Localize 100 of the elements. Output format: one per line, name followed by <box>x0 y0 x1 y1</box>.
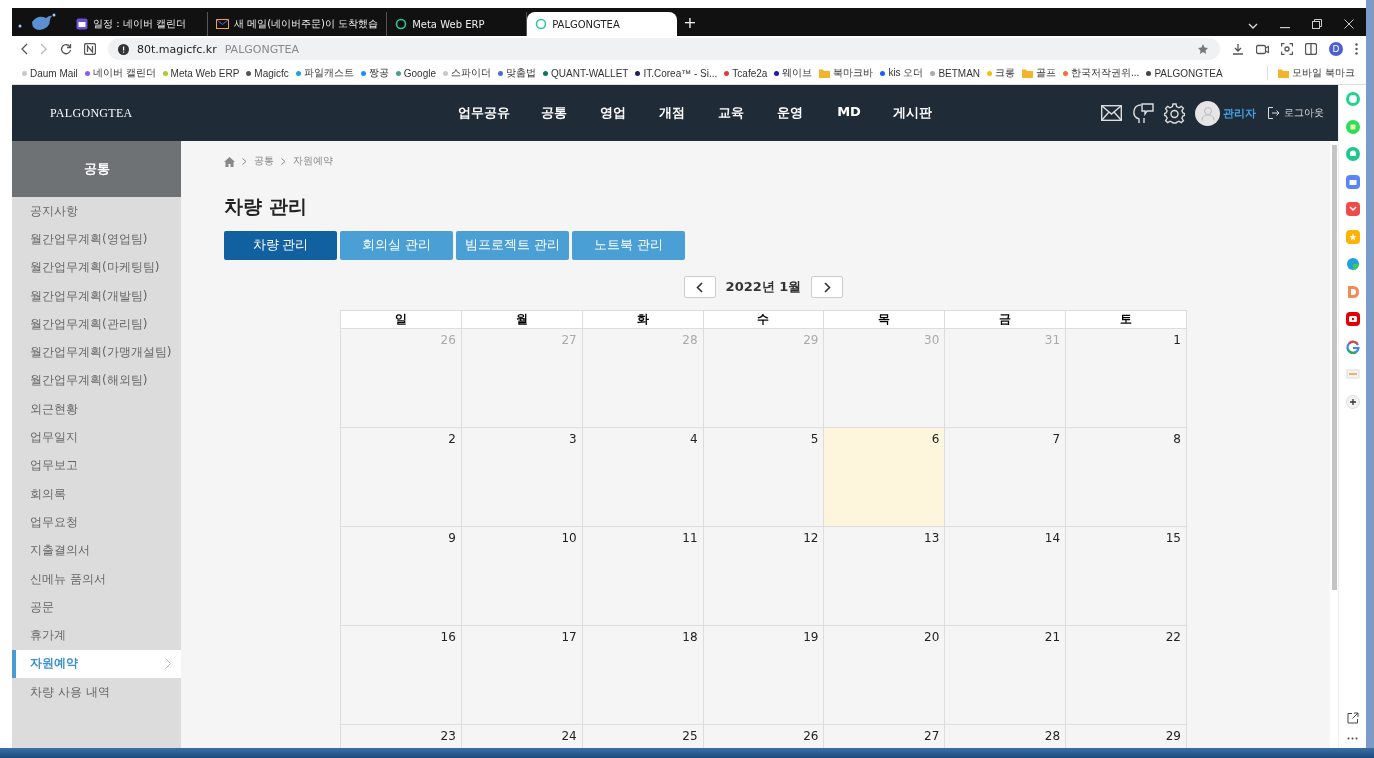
nav-link[interactable]: 업무공유 <box>443 104 524 122</box>
g-logo-icon[interactable] <box>1345 339 1360 354</box>
bookmark[interactable]: kis 오더 <box>880 66 924 80</box>
previous-month-button[interactable] <box>683 276 716 298</box>
sidebar-item[interactable]: 월간업무계획(마케팅팀) <box>12 253 181 282</box>
new-tab-button[interactable]: + <box>683 13 697 33</box>
sidebar-item[interactable]: 차량 사용 내역 <box>12 678 181 707</box>
calendar-day[interactable]: 18 <box>582 626 704 725</box>
sidebar-item[interactable]: 업무일지 <box>12 423 181 452</box>
scrollbar-thumb[interactable] <box>1331 145 1337 590</box>
nav-link[interactable]: 영업 <box>583 104 642 122</box>
resource-tab[interactable]: 차량 관리 <box>224 231 337 260</box>
calendar-day[interactable]: 22 <box>1066 626 1187 725</box>
download-icon[interactable] <box>1232 43 1244 55</box>
sidebar-item[interactable]: 지출결의서 <box>12 536 181 565</box>
back-icon[interactable] <box>20 43 28 55</box>
calendar-day[interactable]: 19 <box>703 626 825 725</box>
nav-link[interactable]: 운영 <box>760 104 819 122</box>
sidebar-item[interactable]: 업무보고 <box>12 451 181 480</box>
bookmark[interactable]: Magicfc <box>246 67 289 79</box>
settings-icon[interactable] <box>1164 102 1185 124</box>
bookmark[interactable]: 골프 <box>1022 66 1057 80</box>
sidebar-item[interactable]: 자원예약 <box>12 649 181 679</box>
browser-tab[interactable]: PALGONGTEA <box>527 12 678 36</box>
profile-avatar[interactable]: D <box>1329 42 1343 56</box>
caret-icon[interactable] <box>1248 23 1258 29</box>
bookmark[interactable]: 크롱 <box>987 66 1016 80</box>
external-link-icon[interactable] <box>1346 711 1359 724</box>
side-panel-icon[interactable] <box>1305 43 1317 55</box>
sidebar-item[interactable]: 월간업무계획(영업팀) <box>12 225 181 254</box>
add-icon[interactable] <box>1345 394 1360 409</box>
video-play-icon[interactable] <box>1345 312 1360 326</box>
calendar-day[interactable]: 14 <box>945 527 1067 626</box>
sidebar-item[interactable]: 월간업무계획(가맹개설팀) <box>12 338 181 367</box>
minimize-icon[interactable] <box>1280 27 1290 29</box>
bookmark[interactable]: Meta Web ERP <box>162 67 240 79</box>
sidebar-item[interactable]: 외근현황 <box>12 395 181 424</box>
sidebar-item[interactable]: 업무요청 <box>12 508 181 537</box>
bookmark[interactable]: 웨이브 <box>774 66 813 80</box>
calendar-day[interactable]: 11 <box>582 527 704 626</box>
calendar-day[interactable]: 16 <box>341 626 462 725</box>
calendar-day[interactable]: 7 <box>945 428 1067 527</box>
sidebar-item[interactable]: 공문 <box>12 593 181 622</box>
bookmark[interactable]: 네이버 캘린더 <box>84 66 156 80</box>
breadcrumb-link[interactable]: 공통 <box>254 155 274 168</box>
calendar-day[interactable]: 13 <box>824 527 946 626</box>
address-bar[interactable]: 80t.magicfc.kr PALGONGTEA <box>108 38 1220 60</box>
video-icon[interactable] <box>1256 43 1269 55</box>
logout-link[interactable]: 로그아웃 <box>1268 106 1324 120</box>
bookmark[interactable]: IT.Corea™ - Si... <box>635 67 718 79</box>
user-name[interactable]: 관리자 <box>1223 105 1256 121</box>
bookmark-star-icon[interactable] <box>1197 43 1210 55</box>
sidebar-item[interactable]: 회의록 <box>12 479 181 509</box>
n-icon[interactable] <box>84 43 96 55</box>
bookmark[interactable]: Tcafe2a <box>724 67 768 79</box>
bookmark[interactable]: BETMAN <box>930 67 981 79</box>
sidebar-item[interactable]: 월간업무계획(관리팀) <box>12 310 181 339</box>
calendar-day[interactable]: 15 <box>1066 527 1187 626</box>
calendar-day[interactable]: 1 <box>1066 329 1187 428</box>
nav-link[interactable]: 개점 <box>642 104 701 122</box>
nav-link[interactable]: MD <box>819 104 878 122</box>
calendar-day[interactable]: 2 <box>341 428 462 527</box>
bookmark[interactable]: 한국저작권위... <box>1063 66 1140 80</box>
calendar-day[interactable]: 8 <box>1066 428 1187 527</box>
mail-icon[interactable] <box>1101 105 1122 121</box>
nav-link[interactable]: 공통 <box>524 104 583 122</box>
calendar-day[interactable]: 3 <box>461 428 583 527</box>
home-icon[interactable] <box>224 156 235 167</box>
bookmark[interactable]: Daum Mail <box>22 67 78 79</box>
calendar-day[interactable]: 12 <box>703 527 825 626</box>
next-month-button[interactable] <box>811 276 844 298</box>
more-icon[interactable] <box>1347 737 1358 740</box>
bookmark[interactable]: Google <box>395 67 436 79</box>
sidebar-item[interactable]: 월간업무계획(개발팀) <box>12 281 181 311</box>
more-menu-icon[interactable] <box>1355 43 1358 55</box>
sidebar-item[interactable]: 휴가계 <box>12 621 181 650</box>
sidebar-item[interactable]: 월간업무계획(해외팀) <box>12 366 181 396</box>
nav-link[interactable]: 게시판 <box>878 104 946 122</box>
sidebar-item[interactable]: 공지사항 <box>12 197 181 226</box>
calendar-day[interactable]: 10 <box>461 527 583 626</box>
calendar-day[interactable]: 6 <box>824 428 946 527</box>
screenshot-icon[interactable] <box>1281 43 1293 55</box>
bookmark[interactable]: 파일캐스트 <box>295 66 354 80</box>
calendar-day[interactable]: 21 <box>945 626 1067 725</box>
bookmark[interactable]: 맞춤법 <box>498 66 536 80</box>
bookmark[interactable]: 모바일 북마크 <box>1278 66 1355 80</box>
user-avatar[interactable] <box>1195 100 1220 126</box>
bookmark[interactable]: 짱공 <box>360 66 389 80</box>
nav-link[interactable]: 교육 <box>701 104 760 122</box>
restore-icon[interactable] <box>1312 19 1322 29</box>
bookmark[interactable]: 스파이더 <box>443 66 491 80</box>
bookmark[interactable]: 북마크바 <box>819 66 874 80</box>
reload-icon[interactable] <box>60 43 72 55</box>
calendar-day[interactable]: 20 <box>824 626 946 725</box>
chat-head-icon[interactable] <box>1132 102 1154 124</box>
calendar-day[interactable]: 4 <box>582 428 704 527</box>
calendar-day[interactable]: 9 <box>341 527 462 626</box>
close-icon[interactable] <box>1344 19 1354 29</box>
calendar-day[interactable]: 17 <box>461 626 583 725</box>
bookmark[interactable]: PALGONGTEA <box>1146 67 1223 79</box>
